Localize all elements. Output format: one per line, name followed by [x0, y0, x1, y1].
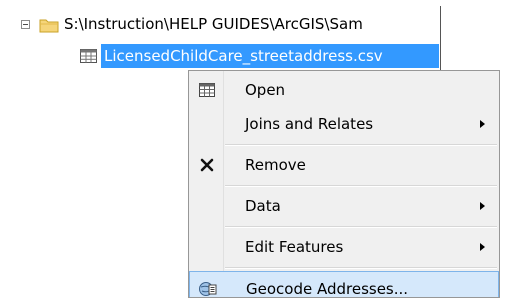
collapse-minus-icon[interactable]	[21, 20, 30, 29]
context-menu: Open Joins and Relates Remove Data Edit …	[188, 70, 500, 298]
submenu-arrow-icon	[480, 120, 485, 128]
table-icon	[199, 83, 215, 97]
divider	[440, 6, 441, 70]
submenu-arrow-icon	[480, 202, 485, 210]
menu-item-open[interactable]: Open	[189, 73, 499, 107]
folder-icon	[39, 19, 59, 33]
menu-item-label: Data	[245, 197, 281, 215]
menu-separator	[225, 267, 497, 269]
geocode-icon	[199, 282, 217, 296]
table-icon	[80, 49, 97, 63]
menu-item-label: Edit Features	[245, 238, 344, 256]
submenu-arrow-icon	[480, 243, 485, 251]
menu-item-label: Geocode Addresses...	[246, 280, 409, 298]
menu-item-label: Open	[245, 81, 286, 99]
menu-separator	[225, 226, 497, 228]
menu-item-label: Joins and Relates	[245, 115, 374, 133]
menu-item-remove[interactable]: Remove	[189, 148, 499, 182]
layer-name-selected[interactable]: LicensedChildCare_streetaddress.csv	[101, 44, 439, 68]
menu-separator	[225, 185, 497, 187]
menu-item-joins-and-relates[interactable]: Joins and Relates	[189, 107, 499, 141]
table-of-contents: S:\Instruction\HELP GUIDES\ArcGIS\Sam Li…	[0, 0, 510, 70]
menu-item-geocode-addresses[interactable]: Geocode Addresses...	[189, 271, 499, 298]
menu-separator	[225, 144, 497, 146]
menu-item-label: Remove	[245, 156, 306, 174]
menu-item-edit-features[interactable]: Edit Features	[189, 230, 499, 264]
remove-x-icon	[200, 158, 214, 172]
folder-path-label[interactable]: S:\Instruction\HELP GUIDES\ArcGIS\Sam	[64, 12, 438, 36]
menu-item-data[interactable]: Data	[189, 189, 499, 223]
